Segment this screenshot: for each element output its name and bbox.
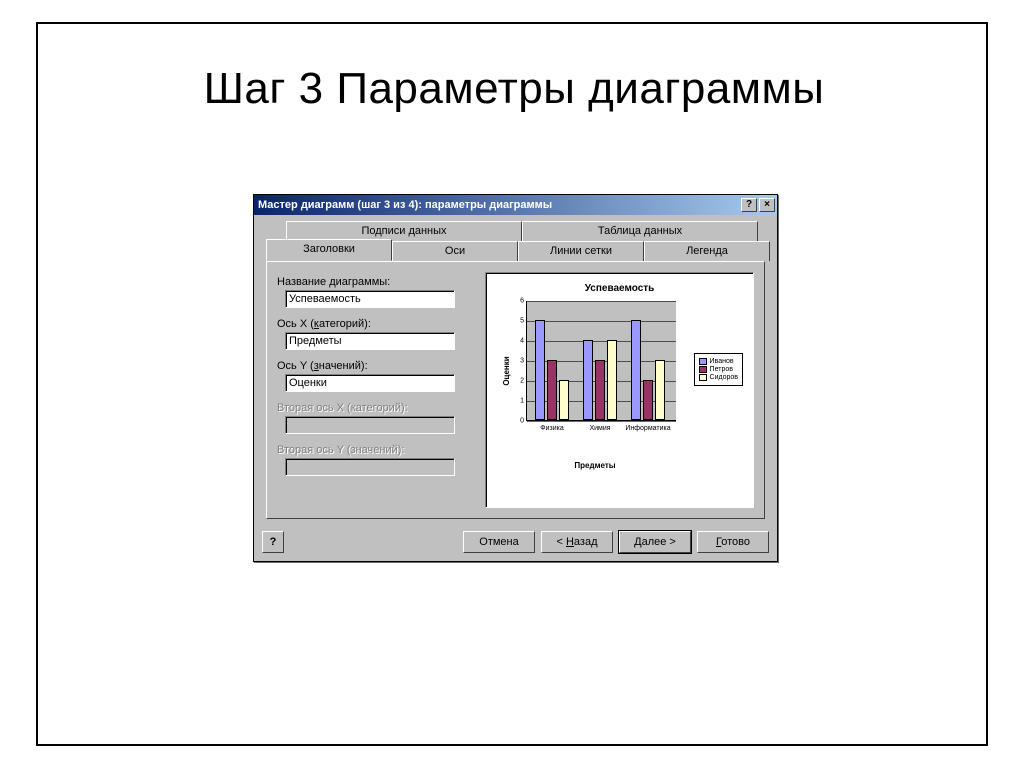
input-y2-axis [285,458,455,476]
bar [583,340,593,420]
tab-axes[interactable]: Оси [392,241,518,261]
label-x2-axis: Вторая ось X (категорий): [277,402,477,414]
chart-title: Успеваемость [492,283,747,294]
chart-preview: Успеваемость Оценки Предметы 0 1 2 3 4 5 6 Физи… [485,272,754,508]
chart-x-label: Предметы [510,461,680,470]
titlebar[interactable]: Мастер диаграмм (шаг 3 из 4): параметры … [254,195,777,215]
tab-data-labels[interactable]: Подписи данных [286,221,522,241]
chart-plot [526,301,676,421]
bar [595,360,605,420]
input-x-axis[interactable] [285,332,455,350]
input-y-axis[interactable] [285,374,455,392]
chart-wizard-dialog: Мастер диаграмм (шаг 3 из 4): параметры … [253,194,778,562]
y-tick: 0 [516,418,524,425]
grid-line [527,341,676,342]
tab-titles[interactable]: Заголовки [266,239,392,261]
bar [559,380,569,420]
input-chart-title[interactable] [285,290,455,308]
input-x2-axis [285,416,455,434]
y-tick: 2 [516,378,524,385]
label-y2-axis: Вторая ось Y (значений): [277,444,477,456]
bar [655,360,665,420]
y-tick: 4 [516,338,524,345]
label-x-axis: Ось X (категорий): [277,318,477,330]
x-tick: Информатика [625,425,670,432]
tab-page-titles: Название диаграммы: Ось X (категорий): О… [266,261,765,519]
tab-legend[interactable]: Легенда [644,241,770,261]
chart-legend: ИвановПетровСидоров [694,353,743,386]
tab-gridlines[interactable]: Линии сетки [518,241,644,261]
label-y-axis: Ось Y (значений): [277,360,477,372]
back-button[interactable]: < Назад [541,531,613,553]
legend-label: Иванов [710,358,734,365]
y-tick: 3 [516,358,524,365]
grid-line [527,321,676,322]
legend-item: Сидоров [699,374,738,381]
bar [607,340,617,420]
legend-label: Сидоров [710,374,738,381]
finish-button[interactable]: Готово [697,531,769,553]
x-tick: Химия [589,425,610,432]
tab-strip: Подписи данных Таблица данных Заголовки … [266,221,765,261]
slide-frame: Шаг 3 Параметры диаграммы Мастер диаграм… [36,22,988,746]
bar [547,360,557,420]
legend-item: Петров [699,366,738,373]
x-tick: Физика [540,425,563,432]
legend-swatch [699,358,707,365]
help-button[interactable]: ? [262,531,284,553]
slide-title: Шаг 3 Параметры диаграммы [108,64,920,114]
window-title: Мастер диаграмм (шаг 3 из 4): параметры … [258,199,739,211]
grid-line [527,301,676,302]
legend-label: Петров [710,366,733,373]
legend-swatch [699,374,707,381]
legend-swatch [699,366,707,373]
dialog-buttons: ? Отмена < Назад Далее > Готово [254,525,777,561]
tab-data-table[interactable]: Таблица данных [522,221,758,241]
dialog-body: Подписи данных Таблица данных Заголовки … [254,215,777,525]
next-button[interactable]: Далее > [619,531,691,553]
bar [631,320,641,420]
grid-line [527,421,676,422]
help-titlebar-button[interactable]: ? [741,198,757,212]
label-chart-title: Название диаграммы: [277,276,477,288]
chart-y-label: Оценки [502,356,511,385]
y-tick: 6 [516,298,524,305]
bar [535,320,545,420]
bar [643,380,653,420]
titles-form: Название диаграммы: Ось X (категорий): О… [277,272,477,508]
y-tick: 5 [516,318,524,325]
chart-plot-area: Оценки Предметы 0123456ФизикаХимияИнформ… [510,301,680,441]
close-button[interactable]: × [759,198,775,212]
cancel-button[interactable]: Отмена [463,531,535,553]
y-tick: 1 [516,398,524,405]
legend-item: Иванов [699,358,738,365]
